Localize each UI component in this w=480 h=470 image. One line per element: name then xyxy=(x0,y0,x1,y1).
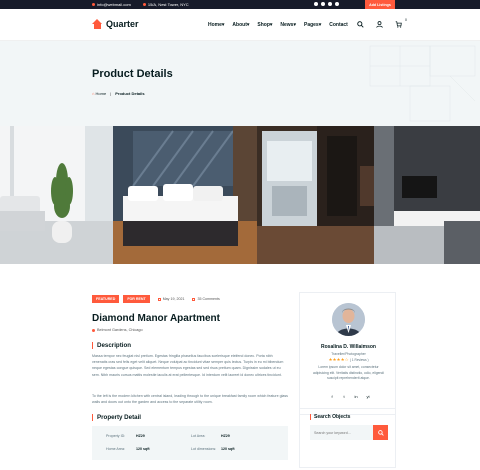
dribbble-icon[interactable] xyxy=(335,2,339,6)
featured-badge: FEATURED xyxy=(92,295,120,303)
description-paragraph-1: Massa tempor nec feugiat nisl pretium. E… xyxy=(92,354,284,377)
property-gallery xyxy=(0,126,480,264)
email-text: info@webmail.com xyxy=(97,2,131,7)
breadcrumb-separator: | xyxy=(110,91,112,96)
detail-row: Property ID: HZ29 Lot Area: HZ29 xyxy=(106,434,230,438)
description-paragraph-2: To the left is the modern kitchen with c… xyxy=(92,394,288,405)
menu-item-news[interactable]: News▾ xyxy=(280,22,296,28)
location-pin-icon xyxy=(92,328,95,332)
add-listings-button[interactable]: Add Listings xyxy=(365,0,395,9)
gallery-image-living-room[interactable] xyxy=(0,126,113,264)
property-detail-table: Property ID: HZ29 Lot Area: HZ29 Home Area… xyxy=(92,426,288,460)
menu-item-home[interactable]: Home▾ xyxy=(208,22,224,28)
search-widget: Search Objects xyxy=(299,408,396,468)
address-text: 15/A, Nest Tower, NYC xyxy=(147,2,189,7)
description-heading: Description xyxy=(92,342,131,349)
brand-name: Quarter xyxy=(106,19,139,29)
top-bar: info@webmail.com 15/A, Nest Tower, NYC A… xyxy=(0,0,480,9)
date-meta: May 19, 2021 xyxy=(157,297,184,301)
for-rent-badge: FOR RENT xyxy=(123,295,150,303)
breadcrumb-current: Product Details xyxy=(115,91,145,96)
review-count: ( 1 Reviews ) xyxy=(349,358,369,362)
detail-row: Home Area: 120 sqft Lot dimensions: 120 sq… xyxy=(106,447,235,451)
agent-avatar[interactable] xyxy=(332,303,365,336)
house-logo-icon xyxy=(92,19,103,29)
star-rating: ★★★★☆ xyxy=(328,357,349,362)
blueprint-decoration xyxy=(369,45,476,122)
youtube-icon[interactable]: yt xyxy=(366,394,370,399)
calendar-icon xyxy=(157,297,161,301)
breadcrumb: ⌂ Home | Product Details xyxy=(92,91,145,96)
location-icon xyxy=(142,3,146,6)
twitter-icon[interactable]: t xyxy=(342,394,346,399)
search-button[interactable] xyxy=(373,425,388,440)
user-icon[interactable] xyxy=(374,19,384,29)
menu-item-contact[interactable]: Contact xyxy=(329,22,348,28)
gallery-image-tv-room[interactable] xyxy=(374,126,480,264)
address-item: 15/A, Nest Tower, NYC xyxy=(142,2,189,7)
nav-icons: 0 xyxy=(355,18,407,29)
home-icon: ⌂ xyxy=(92,91,95,96)
mail-icon xyxy=(92,3,95,6)
facebook-icon[interactable]: f xyxy=(330,394,334,399)
page-header: Product Details ⌂ Home | Product Details xyxy=(0,41,480,126)
logo[interactable]: Quarter xyxy=(92,19,139,29)
agent-rating: ★★★★☆ ( 1 Reviews ) xyxy=(300,357,397,363)
agent-socials: f t in yt xyxy=(330,394,370,399)
top-socials xyxy=(314,2,339,6)
property-detail-heading: Property Detail xyxy=(92,414,141,421)
page-title: Product Details xyxy=(92,68,173,80)
listing-meta: FEATURED FOR RENT May 19, 2021 35 Commen… xyxy=(92,295,220,303)
main-navbar: Quarter Home▾ About▾ Shop▾ News▾ Pages▾ … xyxy=(0,9,480,41)
agent-card: Rosalina D. Willaimson Traveller/Photogr… xyxy=(299,292,396,415)
main-menu: Home▾ About▾ Shop▾ News▾ Pages▾ Contact xyxy=(208,22,348,28)
cart-count: 0 xyxy=(405,18,407,22)
search-icon[interactable] xyxy=(355,19,365,29)
email-item[interactable]: info@webmail.com xyxy=(92,2,131,7)
gallery-image-bathroom[interactable] xyxy=(257,126,374,264)
listing-title: Diamond Manor Apartment xyxy=(92,313,220,324)
agent-bio: Lorem ipsum dolor sit amet, consectetur … xyxy=(312,365,385,380)
twitter-icon[interactable] xyxy=(321,2,325,6)
comments-meta[interactable]: 35 Comments xyxy=(192,297,220,301)
menu-item-about[interactable]: About▾ xyxy=(232,22,249,28)
linkedin-icon[interactable]: in xyxy=(354,394,358,399)
cart-icon[interactable]: 0 xyxy=(393,18,407,29)
agent-name: Rosalina D. Willaimson xyxy=(321,344,376,350)
facebook-icon[interactable] xyxy=(314,2,318,6)
search-icon xyxy=(377,429,384,436)
gallery-image-bedroom[interactable] xyxy=(113,126,257,264)
menu-item-pages[interactable]: Pages▾ xyxy=(304,22,321,28)
agent-role: Traveller/Photographer xyxy=(331,352,366,356)
listing-location: Belmont Gardens, Chicago xyxy=(92,328,143,332)
instagram-icon[interactable] xyxy=(328,2,332,6)
search-widget-title: Search Objects xyxy=(310,414,350,420)
comment-icon xyxy=(192,297,196,301)
menu-item-shop[interactable]: Shop▾ xyxy=(257,22,272,28)
breadcrumb-home[interactable]: ⌂ Home xyxy=(92,91,106,96)
listing-content: FEATURED FOR RENT May 19, 2021 35 Commen… xyxy=(0,264,480,468)
search-input[interactable] xyxy=(310,425,373,440)
